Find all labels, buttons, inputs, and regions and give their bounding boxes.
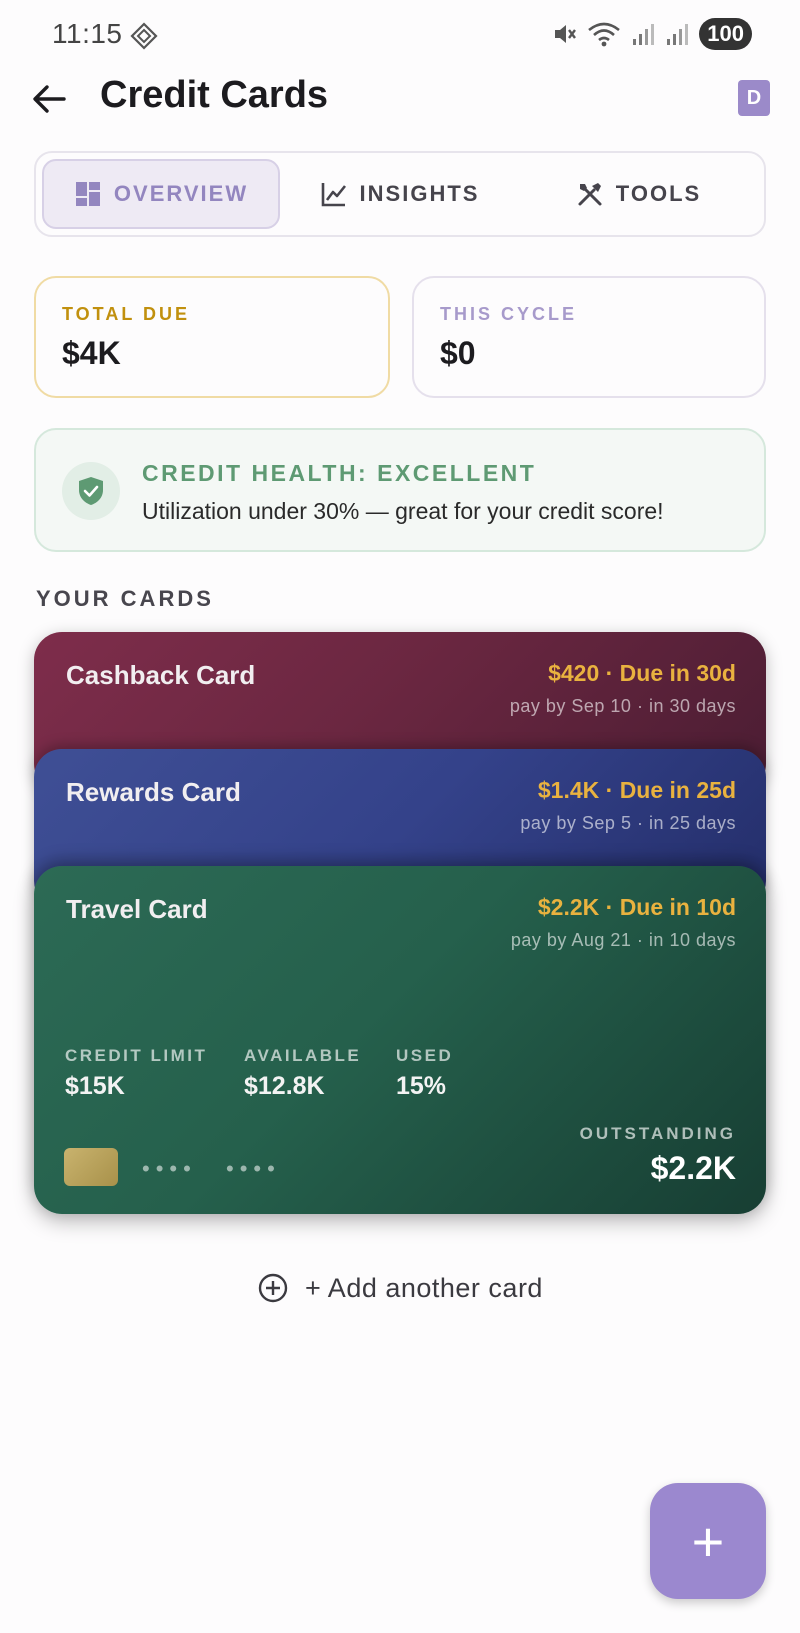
dashboard-icon: [75, 182, 100, 206]
card-due-date: pay by Aug 21 · in 10 days: [510, 930, 736, 950]
tab-overview[interactable]: OVERVIEW: [42, 159, 280, 229]
credit-limit-stat: CREDIT LIMIT $15K: [65, 1046, 207, 1101]
app-bar: Credit Cards D: [0, 72, 800, 126]
card-due: $420 · Due in 30d: [548, 660, 736, 686]
wifi-icon: [588, 22, 621, 47]
this-cycle-value: $0: [440, 335, 476, 371]
card-chip: [64, 1148, 118, 1186]
tab-insights-label: INSIGHTS: [359, 181, 480, 206]
signal-icon: [633, 24, 655, 45]
card-name: Cashback Card: [66, 660, 256, 690]
available-stat: AVAILABLE $12.8K: [244, 1046, 361, 1101]
section-title-your-cards: YOUR CARDS: [36, 586, 214, 611]
chart-icon: [321, 183, 346, 207]
health-icon-wrap: [62, 462, 120, 520]
card-due-date: pay by Sep 10 · in 30 days: [509, 696, 736, 716]
signal-icon-2: [667, 24, 689, 45]
this-cycle-label: THIS CYCLE: [440, 304, 578, 324]
outstanding-value: $2.2K: [650, 1150, 736, 1186]
tools-icon: [578, 183, 602, 206]
health-title: CREDIT HEALTH: EXCELLENT: [142, 460, 537, 486]
status-time: 11:15: [52, 18, 123, 49]
this-cycle-card: THIS CYCLE $0: [412, 276, 766, 398]
outstanding-label: OUTSTANDING: [579, 1124, 736, 1143]
card-name: Rewards Card: [66, 777, 241, 807]
credit-health-banner: CREDIT HEALTH: EXCELLENT Utilization und…: [34, 428, 766, 552]
shield-check-icon: [79, 477, 103, 505]
add-card-label: + Add another card: [305, 1272, 543, 1303]
status-icons: 100: [551, 18, 752, 50]
tab-insights[interactable]: INSIGHTS: [280, 159, 519, 229]
fab-add-button[interactable]: +: [650, 1483, 766, 1599]
used-value: 15%: [396, 1072, 447, 1100]
card-number-dots: ••••: [142, 1156, 197, 1181]
used-stat: USED 15%: [396, 1046, 453, 1101]
card-due: $1.4K · Due in 25d: [537, 777, 736, 803]
credit-limit-label: CREDIT LIMIT: [65, 1046, 208, 1065]
tab-tools-label: TOOLS: [615, 181, 702, 206]
avatar[interactable]: D: [738, 80, 770, 116]
card-name: Travel Card: [66, 894, 208, 924]
available-label: AVAILABLE: [244, 1046, 362, 1065]
notification-icon: [130, 22, 158, 50]
available-value: $12.8K: [244, 1072, 325, 1100]
card-number-dots: ••••: [226, 1156, 281, 1181]
card-due: $2.2K · Due in 10d: [537, 894, 736, 920]
outstanding: OUTSTANDING $2.2K: [580, 1124, 736, 1187]
health-text: Utilization under 30% — great for your c…: [142, 498, 664, 524]
mute-icon: [555, 25, 577, 43]
total-due-card: TOTAL DUE $4K: [34, 276, 390, 398]
add-card-button[interactable]: + Add another card: [34, 1246, 766, 1330]
plus-icon: +: [691, 1509, 725, 1573]
page-title: Credit Cards: [100, 74, 329, 116]
tab-overview-label: OVERVIEW: [113, 181, 249, 206]
card-due-date: pay by Sep 5 · in 25 days: [520, 813, 736, 833]
total-due-value: $4K: [62, 335, 121, 371]
tab-bar: OVERVIEW INSIGHTS TOOLS: [34, 151, 766, 237]
tab-tools[interactable]: TOOLS: [519, 159, 758, 229]
battery-indicator: 100: [699, 18, 752, 50]
add-circle-icon: [258, 1273, 288, 1303]
total-due-label: TOTAL DUE: [62, 304, 191, 324]
card-travel[interactable]: Travel Card $2.2K · Due in 10d pay by Au…: [34, 866, 766, 1214]
credit-limit-value: $15K: [65, 1072, 125, 1100]
used-label: USED: [396, 1046, 454, 1065]
status-bar: 11:15 100: [0, 0, 800, 72]
back-arrow-icon[interactable]: [28, 78, 70, 120]
